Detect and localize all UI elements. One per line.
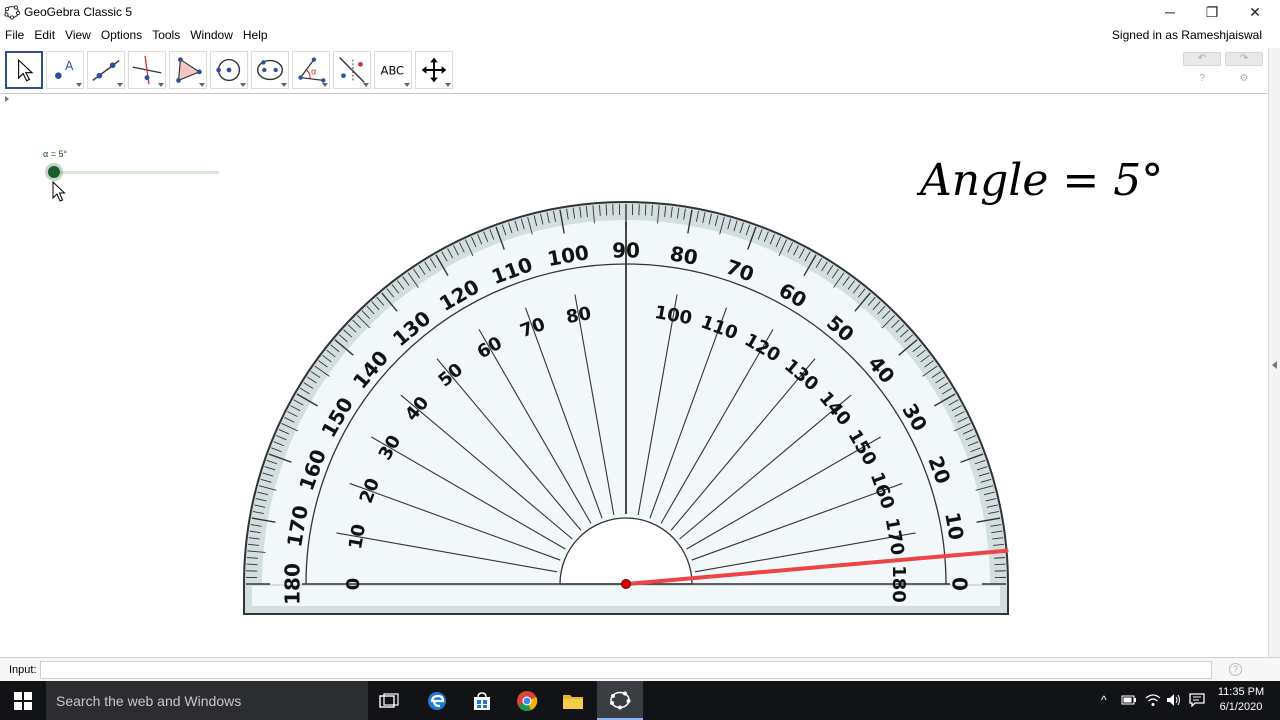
tray-chevron-icon[interactable]: ^ — [1101, 693, 1107, 707]
outer-scale-label: 10 — [940, 510, 968, 542]
expand-panel-icon[interactable] — [5, 96, 9, 102]
toolbar: A α ABC — [0, 48, 1268, 94]
protractor-image: 0102030405060708090100110120130140150160… — [243, 201, 1009, 615]
chrome-icon[interactable] — [514, 688, 540, 714]
start-button[interactable] — [0, 681, 46, 720]
minimize-button[interactable]: ─ — [1148, 0, 1192, 24]
restore-button[interactable]: ❐ — [1190, 0, 1234, 24]
menu-help[interactable]: Help — [238, 28, 273, 42]
minimize-icon: ─ — [1165, 4, 1175, 20]
move-view-tool-button[interactable] — [415, 51, 453, 89]
menu-tools[interactable]: Tools — [147, 28, 185, 42]
input-bar: Input: ? — [0, 657, 1280, 681]
inner-scale-label: 80 — [565, 303, 593, 328]
geogebra-taskbar-button[interactable] — [597, 681, 643, 720]
settings-icon[interactable]: ⚙ — [1238, 73, 1250, 85]
taskbar-clock[interactable]: 11:35 PM 6/1/2020 — [1215, 685, 1267, 715]
move-tool-button[interactable] — [5, 51, 43, 89]
close-button[interactable]: ✕ — [1233, 0, 1277, 24]
svg-text:ABC: ABC — [381, 64, 404, 78]
taskbar-search[interactable]: Search the web and Windows — [46, 681, 368, 720]
geogebra-taskbar-icon — [610, 691, 631, 710]
menu-edit[interactable]: Edit — [29, 28, 60, 42]
notification-icon[interactable] — [1189, 693, 1205, 707]
input-label: Input: — [9, 664, 37, 676]
protractor-tick — [246, 563, 258, 566]
undo-button[interactable]: ↶ — [1183, 52, 1221, 66]
taskbar: Search the web and Windows ^ 11:35 PM 6/… — [0, 681, 1280, 720]
circle-tool-button[interactable] — [210, 51, 248, 89]
wifi-icon[interactable] — [1145, 693, 1161, 707]
close-icon: ✕ — [1249, 3, 1261, 20]
input-field[interactable] — [40, 661, 1212, 679]
svg-text:A: A — [65, 59, 74, 73]
edge-browser-icon[interactable] — [424, 688, 450, 714]
geogebra-app-icon — [4, 5, 20, 20]
line-tool-button[interactable] — [87, 51, 125, 89]
task-view-icon[interactable] — [376, 688, 402, 714]
clock-date: 6/1/2020 — [1219, 701, 1263, 713]
slider-knob[interactable] — [48, 166, 60, 178]
battery-icon[interactable] — [1121, 695, 1137, 705]
inner-scale-label: 180 — [888, 565, 909, 603]
menu-view[interactable]: View — [60, 28, 96, 42]
outer-scale-label: 180 — [281, 563, 305, 605]
protractor-tick — [644, 204, 647, 216]
menu-window[interactable]: Window — [185, 28, 238, 42]
perpendicular-tool-button[interactable] — [128, 51, 166, 89]
text-tool-button[interactable]: ABC — [374, 51, 412, 89]
title-bar: GeoGebra Classic 5 — [0, 0, 1280, 24]
redo-button[interactable]: ↷ — [1225, 52, 1263, 66]
menu-bar: File Edit View Options Tools Window Help — [0, 24, 1280, 46]
clock-time: 11:35 PM — [1217, 686, 1265, 698]
protractor-tick — [605, 204, 608, 216]
angle-tool-button[interactable]: α — [292, 51, 330, 89]
side-panel-toggle[interactable] — [1268, 48, 1280, 657]
volume-icon[interactable] — [1166, 693, 1182, 707]
help-icon[interactable]: ? — [1196, 73, 1208, 85]
inner-scale-label: 0 — [343, 578, 364, 591]
menu-options[interactable]: Options — [96, 28, 147, 42]
outer-scale-label: 90 — [612, 239, 640, 263]
conic-tool-button[interactable] — [251, 51, 289, 89]
mouse-cursor-icon — [52, 181, 66, 202]
outer-scale-label: 80 — [668, 241, 700, 269]
reflect-tool-button[interactable] — [333, 51, 371, 89]
file-explorer-icon[interactable] — [560, 688, 586, 714]
vertex-point — [621, 579, 631, 589]
slider-label: α = 5° — [43, 149, 68, 159]
slider-track[interactable] — [54, 171, 219, 174]
input-help-icon[interactable]: ? — [1229, 663, 1242, 676]
arrow-pointer-icon — [18, 58, 34, 82]
windows-logo-icon — [14, 691, 32, 710]
restore-icon: ❐ — [1205, 3, 1219, 20]
window-title: GeoGebra Classic 5 — [24, 5, 133, 19]
menu-file[interactable]: File — [0, 28, 29, 42]
inner-scale-label: 10 — [345, 523, 370, 551]
protractor-tick — [994, 563, 1006, 566]
search-placeholder: Search the web and Windows — [56, 693, 242, 709]
polygon-tool-button[interactable] — [169, 51, 207, 89]
signed-in-status[interactable]: Signed in as Rameshjaiswal — [1112, 28, 1262, 42]
svg-text:α: α — [311, 68, 317, 78]
outer-scale-label: 0 — [948, 577, 972, 591]
point-tool-button[interactable]: A — [46, 51, 84, 89]
collapse-arrow-icon — [1272, 361, 1277, 369]
store-icon[interactable] — [469, 688, 495, 714]
